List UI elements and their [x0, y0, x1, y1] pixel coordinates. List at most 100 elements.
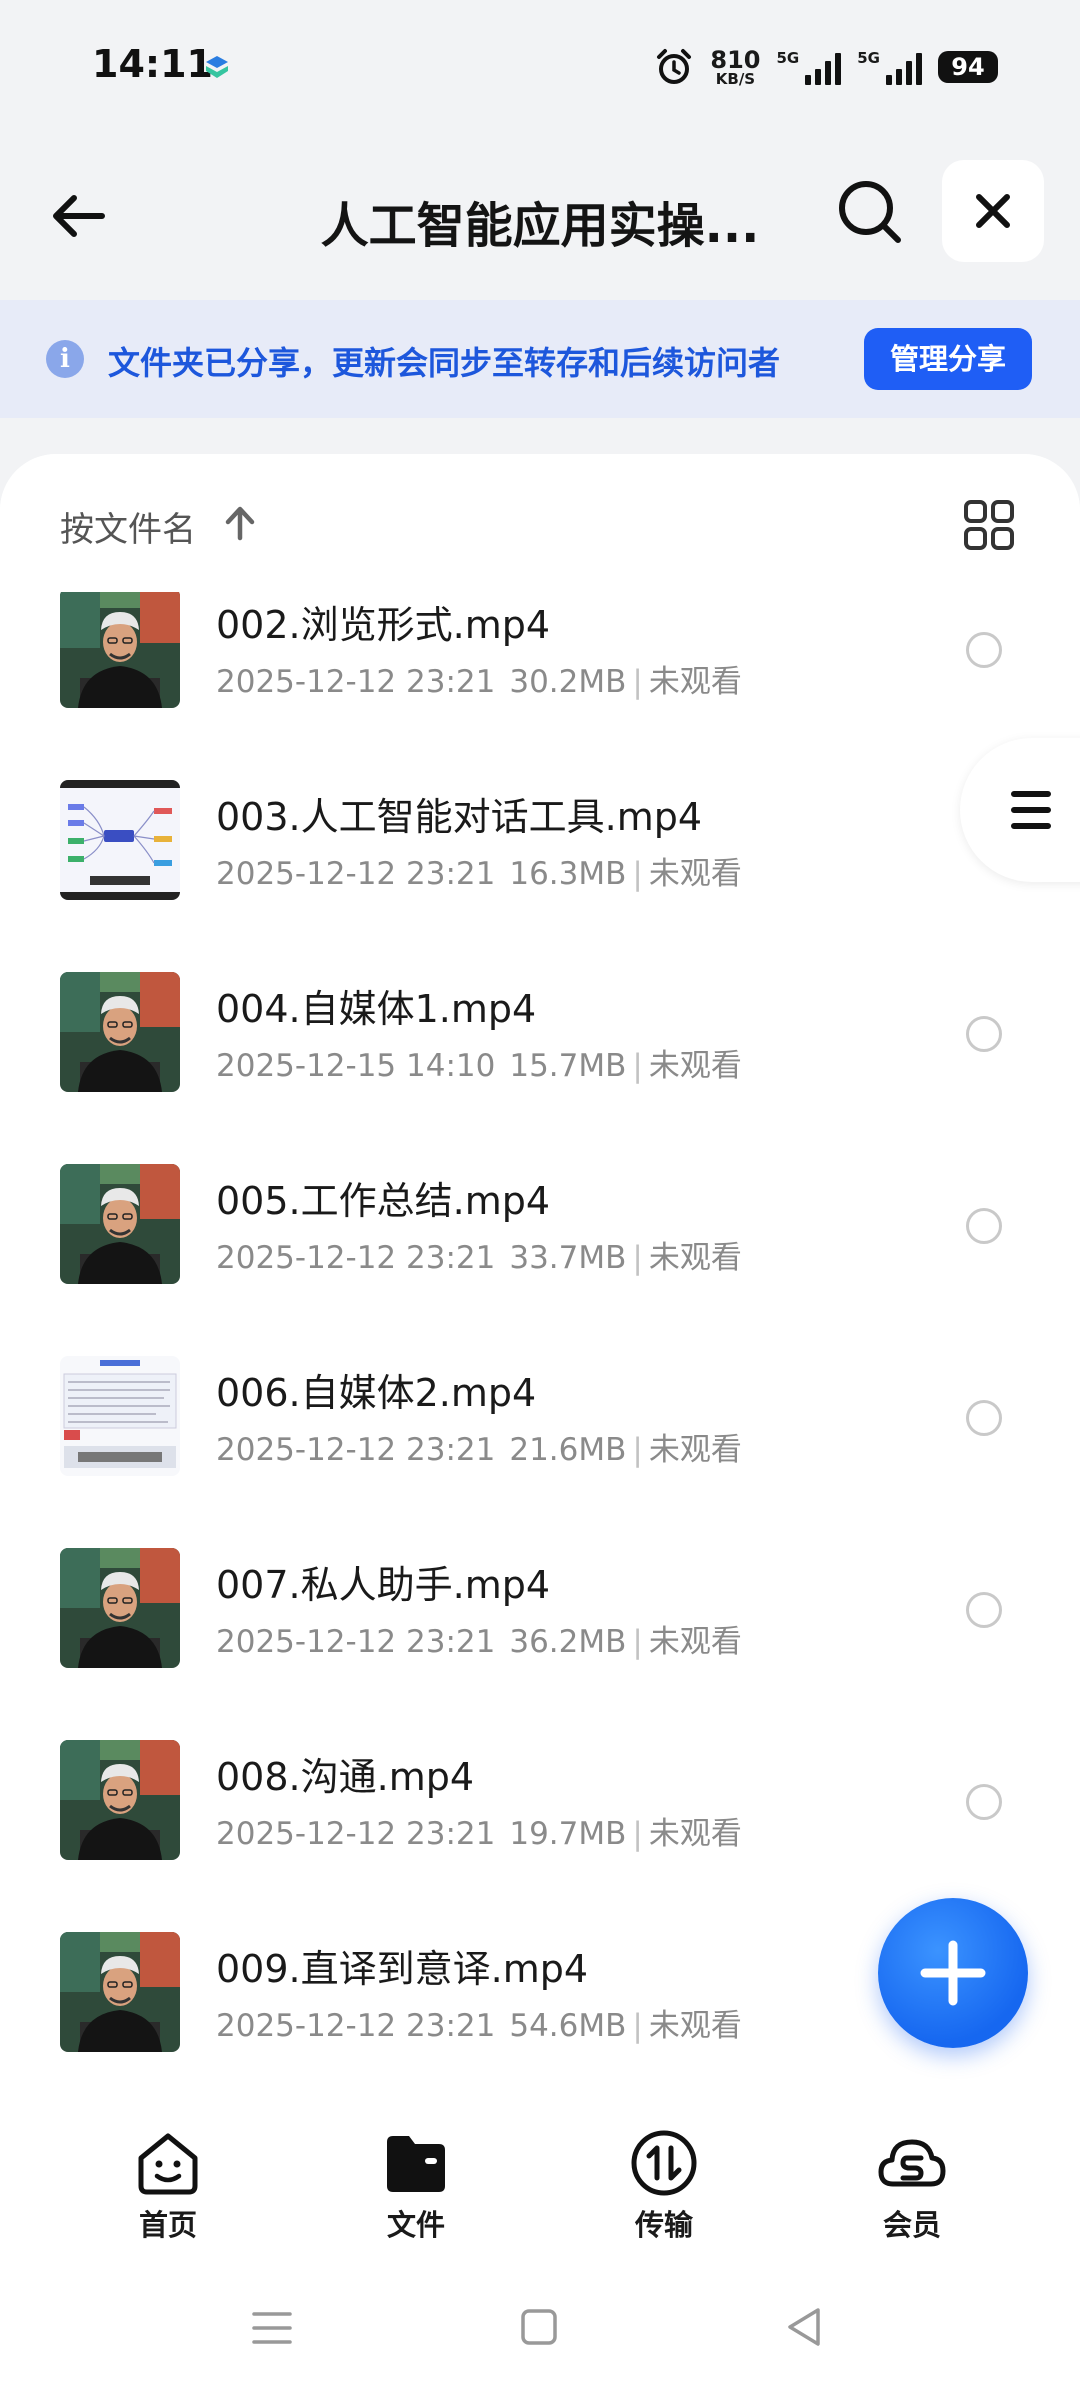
- bottom-navigation: 首页 文件 传输 会员: [0, 2094, 1080, 2260]
- file-size: 15.7MB: [509, 1048, 627, 1084]
- file-name: 006.自媒体2.mp4: [216, 1371, 537, 1415]
- home-face-icon: [138, 2133, 198, 2195]
- video-thumbnail-image: [60, 1548, 180, 1668]
- file-meta: 2025-12-12 23:21 19.7MB | 未观看: [216, 1808, 742, 1853]
- meta-separator: |: [632, 1624, 643, 1660]
- menu-icon: [1011, 791, 1051, 829]
- document-thumbnail-image: [60, 1356, 180, 1476]
- file-row[interactable]: 007.私人助手.mp4 2025-12-12 23:21 36.2MB | 未观看: [0, 1514, 1080, 1706]
- watch-status: 未观看: [648, 856, 742, 892]
- video-thumbnail-image: [60, 588, 180, 708]
- close-icon: [976, 194, 1010, 228]
- signal-strength-2: 5G: [857, 49, 922, 85]
- nav-vip-label: 会员: [882, 2208, 941, 2242]
- folder-icon: [387, 2136, 445, 2192]
- file-thumbnail: [60, 1932, 180, 2052]
- close-button[interactable]: [942, 160, 1044, 262]
- select-radio[interactable]: [966, 1208, 1002, 1244]
- status-indicators: 810 KB/S 5G 5G 94: [654, 42, 998, 92]
- nav-transfer[interactable]: 传输: [584, 2128, 744, 2244]
- meta-separator: |: [632, 664, 643, 700]
- file-row[interactable]: 008.沟通.mp4 2025-12-12 23:21 19.7MB | 未观看: [0, 1706, 1080, 1898]
- nav-files-label: 文件: [386, 2208, 445, 2242]
- meta-separator: |: [632, 1240, 643, 1276]
- nav-vip[interactable]: 会员: [832, 2128, 992, 2244]
- file-row[interactable]: 006.自媒体2.mp4 2025-12-12 23:21 21.6MB | 未观看: [0, 1322, 1080, 1514]
- watch-status: 未观看: [648, 1048, 742, 1084]
- file-meta: 2025-12-15 14:10 15.7MB | 未观看: [216, 1040, 742, 1085]
- file-meta: 2025-12-12 23:21 30.2MB | 未观看: [216, 656, 742, 701]
- status-time: 14:11: [92, 42, 213, 86]
- file-row[interactable]: 003.人工智能对话工具.mp4 2025-12-12 23:21 16.3MB | 未…: [0, 746, 1080, 938]
- battery-level: 94: [938, 51, 998, 83]
- file-size: 16.3MB: [509, 856, 627, 892]
- search-icon[interactable]: [832, 174, 908, 250]
- file-meta: 2025-12-12 23:21 54.6MB | 未观看: [216, 2000, 742, 2045]
- file-name: 008.沟通.mp4: [216, 1755, 475, 1799]
- file-size: 21.6MB: [509, 1432, 627, 1468]
- select-radio[interactable]: [966, 1592, 1002, 1628]
- file-date: 2025-12-15 14:10: [216, 1048, 496, 1084]
- video-thumbnail-image: [60, 1932, 180, 2052]
- file-date: 2025-12-12 23:21: [216, 1624, 496, 1660]
- arrow-up-icon[interactable]: [222, 504, 258, 542]
- file-thumbnail: [60, 1740, 180, 1860]
- back-triangle-icon[interactable]: [784, 2306, 824, 2348]
- file-date: 2025-12-12 23:21: [216, 856, 496, 892]
- network-speed: 810 KB/S: [710, 45, 761, 88]
- alarm-icon: [657, 49, 692, 84]
- add-button[interactable]: [878, 1898, 1028, 2048]
- file-size: 30.2MB: [509, 664, 627, 700]
- file-size: 33.7MB: [509, 1240, 627, 1276]
- file-size: 54.6MB: [509, 2008, 627, 2044]
- file-thumbnail: [60, 1356, 180, 1476]
- file-meta: 2025-12-12 23:21 21.6MB | 未观看: [216, 1424, 742, 1469]
- nav-home-label: 首页: [138, 2208, 197, 2242]
- nav-files[interactable]: 文件: [336, 2128, 496, 2244]
- select-radio[interactable]: [966, 1400, 1002, 1436]
- sort-by-name-button[interactable]: 按文件名: [60, 502, 196, 551]
- file-thumbnail: [60, 1548, 180, 1668]
- select-radio[interactable]: [966, 1784, 1002, 1820]
- transfer-icon: [631, 2130, 697, 2196]
- file-name: 004.自媒体1.mp4: [216, 987, 537, 1031]
- plus-icon: [920, 1940, 986, 2006]
- file-size: 36.2MB: [509, 1624, 627, 1660]
- file-date: 2025-12-12 23:21: [216, 1240, 496, 1276]
- watch-status: 未观看: [648, 2008, 742, 2044]
- meta-separator: |: [632, 1432, 643, 1468]
- select-radio[interactable]: [966, 632, 1002, 668]
- file-thumbnail: [60, 780, 180, 900]
- nav-home[interactable]: 首页: [88, 2128, 248, 2244]
- watch-status: 未观看: [648, 1624, 742, 1660]
- select-radio[interactable]: [966, 1016, 1002, 1052]
- meta-separator: |: [632, 856, 643, 892]
- file-name: 005.工作总结.mp4: [216, 1179, 551, 1223]
- side-menu-handle[interactable]: [960, 738, 1080, 882]
- sort-bar: 按文件名: [0, 454, 1080, 592]
- file-name: 002.浏览形式.mp4: [216, 603, 551, 647]
- file-thumbnail: [60, 1164, 180, 1284]
- meta-separator: |: [632, 1816, 643, 1852]
- share-notice-banner: i 文件夹已分享，更新会同步至转存和后续访问者 管理分享: [0, 300, 1080, 418]
- meta-separator: |: [632, 2008, 643, 2044]
- file-name: 003.人工智能对话工具.mp4: [216, 795, 703, 839]
- file-meta: 2025-12-12 23:21 36.2MB | 未观看: [216, 1616, 742, 1661]
- system-navigation-bar: [0, 2260, 1080, 2392]
- file-row[interactable]: 005.工作总结.mp4 2025-12-12 23:21 33.7MB | 未观看: [0, 1130, 1080, 1322]
- watch-status: 未观看: [648, 1816, 742, 1852]
- file-size: 19.7MB: [509, 1816, 627, 1852]
- arrow-left-icon[interactable]: [44, 180, 116, 252]
- recent-apps-icon[interactable]: [252, 2310, 292, 2346]
- file-date: 2025-12-12 23:21: [216, 2008, 496, 2044]
- status-bar: 14:11 810 KB/S 5G 5G 94: [0, 0, 1080, 130]
- file-date: 2025-12-12 23:21: [216, 664, 496, 700]
- home-square-icon[interactable]: [520, 2308, 558, 2346]
- share-notice-text: 文件夹已分享，更新会同步至转存和后续访问者: [108, 344, 781, 382]
- video-thumbnail-image: [60, 1164, 180, 1284]
- info-icon: i: [46, 340, 84, 378]
- file-meta: 2025-12-12 23:21 33.7MB | 未观看: [216, 1232, 742, 1277]
- manage-share-button[interactable]: 管理分享: [864, 328, 1032, 390]
- file-row[interactable]: 004.自媒体1.mp4 2025-12-15 14:10 15.7MB | 未观看: [0, 938, 1080, 1130]
- grid-view-icon[interactable]: [962, 498, 1016, 552]
